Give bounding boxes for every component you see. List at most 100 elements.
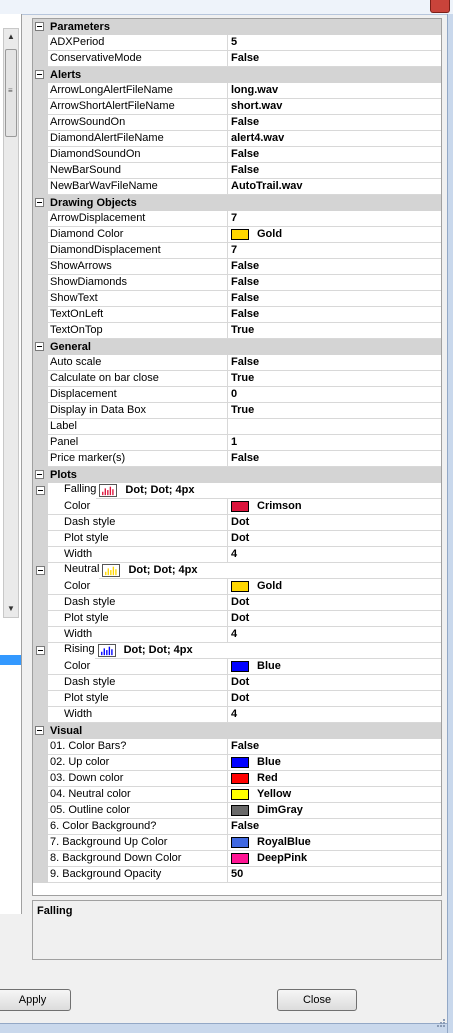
property-value[interactable]: 7 xyxy=(228,211,441,227)
category-general[interactable]: General xyxy=(33,339,441,355)
property-value[interactable]: short.wav xyxy=(228,99,441,115)
property-value[interactable]: Dot; Dot; 4px xyxy=(99,563,441,579)
selected-indicator-item[interactable] xyxy=(0,655,21,665)
property-value[interactable]: DimGray xyxy=(228,803,441,819)
property-row-dash-style[interactable]: Dash style Dot xyxy=(33,675,441,691)
property-value[interactable]: Blue xyxy=(228,659,441,675)
property-row-displacement[interactable]: Displacement 0 xyxy=(33,387,441,403)
plot-group-falling[interactable]: Falling Dot; Dot; 4px xyxy=(33,483,441,499)
apply-button[interactable]: Apply xyxy=(0,989,71,1011)
property-value[interactable]: 5 xyxy=(228,35,441,51)
property-row-adxperiod[interactable]: ADXPeriod 5 xyxy=(33,35,441,51)
property-row-03-down-color[interactable]: 03. Down color Red xyxy=(33,771,441,787)
scroll-down-arrow-icon[interactable]: ▼ xyxy=(4,601,18,617)
property-row-arrowdisplacement[interactable]: ArrowDisplacement 7 xyxy=(33,211,441,227)
property-row-width[interactable]: Width 4 xyxy=(33,547,441,563)
property-value[interactable]: 1 xyxy=(228,435,441,451)
property-value[interactable]: Dot; Dot; 4px xyxy=(94,643,441,659)
property-grid[interactable]: Parameters ADXPeriod 5 ConservativeMode Fals… xyxy=(32,18,442,896)
property-value[interactable]: False xyxy=(228,147,441,163)
property-value[interactable]: Dot xyxy=(228,515,441,531)
collapse-toggle-icon[interactable] xyxy=(36,566,45,575)
property-value[interactable]: Dot xyxy=(228,611,441,627)
close-button[interactable]: Close xyxy=(277,989,357,1011)
property-row-showtext[interactable]: ShowText False xyxy=(33,291,441,307)
scroll-up-arrow-icon[interactable]: ▲ xyxy=(4,29,18,45)
property-value[interactable]: long.wav xyxy=(228,83,441,99)
property-value[interactable]: False xyxy=(228,275,441,291)
property-row-plot-style[interactable]: Plot style Dot xyxy=(33,611,441,627)
property-value[interactable]: False xyxy=(228,819,441,835)
window-close-icon[interactable] xyxy=(430,0,450,13)
collapse-toggle-icon[interactable] xyxy=(36,486,45,495)
property-row-diamondalertfilename[interactable]: DiamondAlertFileName alert4.wav xyxy=(33,131,441,147)
property-row-diamond-color[interactable]: Diamond Color Gold xyxy=(33,227,441,243)
collapse-toggle-icon[interactable] xyxy=(35,22,44,31)
property-row-05-outline-color[interactable]: 05. Outline color DimGray xyxy=(33,803,441,819)
property-value[interactable]: False xyxy=(228,307,441,323)
property-value[interactable]: False xyxy=(228,451,441,467)
resize-grip-icon[interactable] xyxy=(434,1018,446,1030)
plot-group-neutral[interactable]: Neutral Dot; Dot; 4px xyxy=(33,563,441,579)
property-row-color[interactable]: Color Blue xyxy=(33,659,441,675)
property-value[interactable]: 7 xyxy=(228,243,441,259)
property-value[interactable]: False xyxy=(228,291,441,307)
property-value[interactable]: Crimson xyxy=(228,499,441,515)
property-row-9-background-opacity[interactable]: 9. Background Opacity 50 xyxy=(33,867,441,883)
property-value[interactable]: AutoTrail.wav xyxy=(228,179,441,195)
property-value[interactable]: Dot xyxy=(228,531,441,547)
property-value[interactable]: Blue xyxy=(228,755,441,771)
property-value[interactable]: Gold xyxy=(228,227,441,243)
property-value[interactable]: DeepPink xyxy=(228,851,441,867)
collapse-toggle-icon[interactable] xyxy=(35,470,44,479)
property-row-price-marker-s[interactable]: Price marker(s) False xyxy=(33,451,441,467)
scrollbar-thumb[interactable]: ≡ xyxy=(5,49,17,137)
category-plots[interactable]: Plots xyxy=(33,467,441,483)
category-drawing-objects[interactable]: Drawing Objects xyxy=(33,195,441,211)
property-row-plot-style[interactable]: Plot style Dot xyxy=(33,531,441,547)
property-row-02-up-color[interactable]: 02. Up color Blue xyxy=(33,755,441,771)
category-parameters[interactable]: Parameters xyxy=(33,19,441,35)
property-row-dash-style[interactable]: Dash style Dot xyxy=(33,595,441,611)
property-row-label[interactable]: Label xyxy=(33,419,441,435)
property-row-6-color-background[interactable]: 6. Color Background? False xyxy=(33,819,441,835)
collapse-toggle-icon[interactable] xyxy=(35,342,44,351)
category-visual[interactable]: Visual xyxy=(33,723,441,739)
property-value[interactable]: False xyxy=(228,163,441,179)
property-value[interactable]: RoyalBlue xyxy=(228,835,441,851)
property-row-auto-scale[interactable]: Auto scale False xyxy=(33,355,441,371)
property-value[interactable]: 4 xyxy=(228,627,441,643)
property-row-newbarsound[interactable]: NewBarSound False xyxy=(33,163,441,179)
category-alerts[interactable]: Alerts xyxy=(33,67,441,83)
property-row-showdiamonds[interactable]: ShowDiamonds False xyxy=(33,275,441,291)
property-value[interactable]: Red xyxy=(228,771,441,787)
property-row-newbarwavfilename[interactable]: NewBarWavFileName AutoTrail.wav xyxy=(33,179,441,195)
property-row-arrowsoundon[interactable]: ArrowSoundOn False xyxy=(33,115,441,131)
property-row-arrowlongalertfilename[interactable]: ArrowLongAlertFileName long.wav xyxy=(33,83,441,99)
property-row-textontop[interactable]: TextOnTop True xyxy=(33,323,441,339)
property-value[interactable]: Dot; Dot; 4px xyxy=(96,483,441,499)
collapse-toggle-icon[interactable] xyxy=(35,726,44,735)
property-row-textonleft[interactable]: TextOnLeft False xyxy=(33,307,441,323)
collapse-toggle-icon[interactable] xyxy=(35,70,44,79)
property-value[interactable]: Yellow xyxy=(228,787,441,803)
property-value[interactable]: 0 xyxy=(228,387,441,403)
property-value[interactable]: False xyxy=(228,51,441,67)
property-row-color[interactable]: Color Crimson xyxy=(33,499,441,515)
property-value[interactable]: Dot xyxy=(228,595,441,611)
property-value[interactable]: 4 xyxy=(228,707,441,723)
property-row-display-in-data-box[interactable]: Display in Data Box True xyxy=(33,403,441,419)
property-row-plot-style[interactable]: Plot style Dot xyxy=(33,691,441,707)
property-row-width[interactable]: Width 4 xyxy=(33,627,441,643)
property-row-8-background-down-color[interactable]: 8. Background Down Color DeepPink xyxy=(33,851,441,867)
property-value[interactable]: Gold xyxy=(228,579,441,595)
indicator-list-panel[interactable]: ▲ ≡ ▼ xyxy=(0,14,22,914)
property-row-arrowshortalertfilename[interactable]: ArrowShortAlertFileName short.wav xyxy=(33,99,441,115)
property-value[interactable]: Dot xyxy=(228,675,441,691)
property-row-diamonddisplacement[interactable]: DiamondDisplacement 7 xyxy=(33,243,441,259)
property-value[interactable]: True xyxy=(228,403,441,419)
property-row-calculate-on-bar-close[interactable]: Calculate on bar close True xyxy=(33,371,441,387)
property-row-01-color-bars[interactable]: 01. Color Bars? False xyxy=(33,739,441,755)
property-row-color[interactable]: Color Gold xyxy=(33,579,441,595)
property-value[interactable]: True xyxy=(228,323,441,339)
